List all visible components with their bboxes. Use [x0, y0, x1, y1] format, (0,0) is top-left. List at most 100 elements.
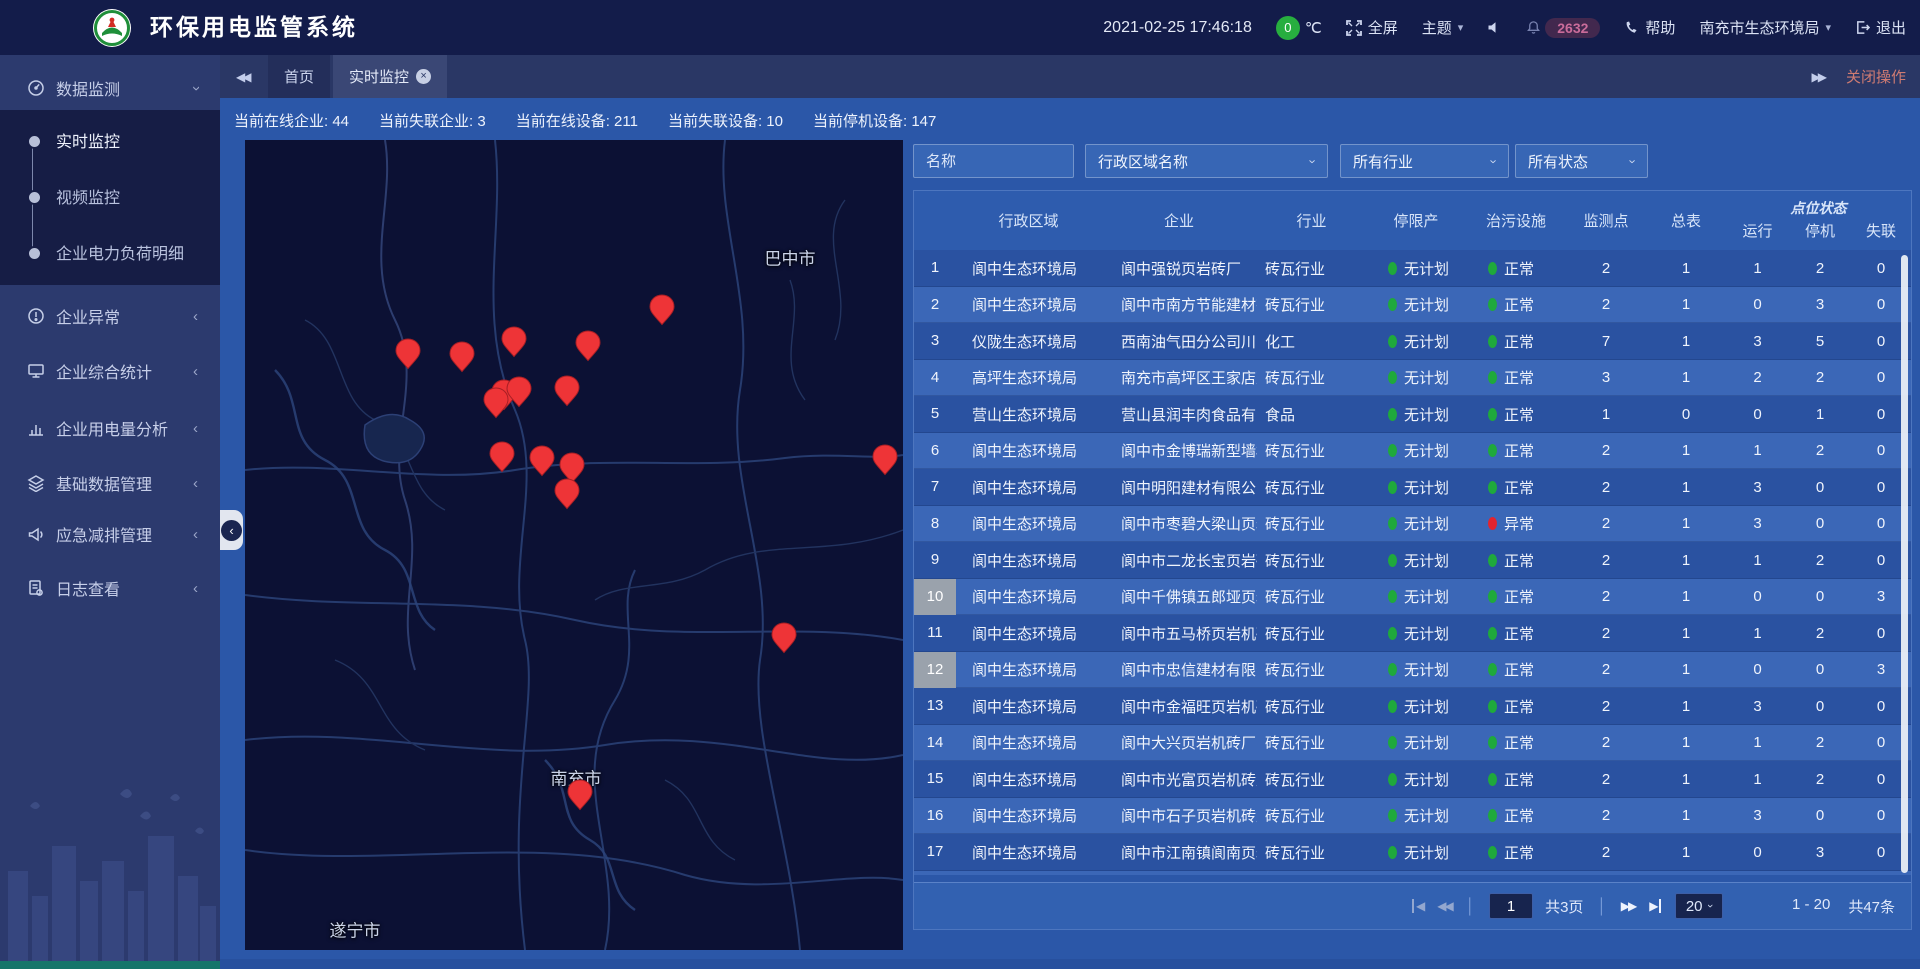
cell-region: 阆中生态环境局	[956, 550, 1101, 571]
cell-run: 0	[1726, 661, 1789, 678]
exit-button[interactable]: 退出	[1855, 17, 1906, 38]
cell-stop: 2	[1789, 734, 1851, 751]
map-pin[interactable]	[771, 622, 797, 654]
sidebar-item-1[interactable]: 数据监测‹	[0, 70, 220, 106]
table-row[interactable]: 17阆中生态环境局阆中市江南镇阆南页岩砖瓦行业无计划正常21030	[914, 834, 1911, 871]
submenu-dot	[27, 134, 42, 149]
row-index: 13	[914, 688, 956, 725]
table-scrollbar[interactable]	[1901, 255, 1908, 873]
col-run: 运行	[1726, 220, 1789, 241]
chevron-down-icon: ›	[1305, 159, 1320, 163]
table-row[interactable]: 10阆中生态环境局阆中千佛镇五郎垭页岩砖瓦行业无计划正常21003	[914, 579, 1911, 616]
sidebar-item-6[interactable]: 应急减排管理‹	[0, 516, 220, 552]
facility-text: 正常	[1504, 623, 1534, 644]
table-row[interactable]: 3仪陇生态环境局西南油气田分公司川中化工无计划正常71350	[914, 323, 1911, 360]
close-icon[interactable]: ×	[416, 69, 431, 84]
map-panel[interactable]: 巴中市南充市遂宁市	[245, 140, 903, 950]
cell-region: 营山生态环境局	[956, 404, 1101, 425]
help-button[interactable]: 帮助	[1624, 17, 1675, 38]
table-row[interactable]: 7阆中生态环境局阆中明阳建材有限公司砖瓦行业无计划正常21300	[914, 469, 1911, 506]
tab-实时监控[interactable]: 实时监控×	[333, 55, 447, 98]
map-pin[interactable]	[529, 445, 555, 477]
region-filter-select[interactable]: 行政区域名称›	[1085, 144, 1328, 178]
status-filter-select[interactable]: 所有状态›	[1515, 144, 1648, 178]
sidebar-item-2[interactable]: 企业异常‹	[0, 298, 220, 334]
stat-1: 当前在线企业: 44	[234, 110, 349, 131]
sidebar-item-7[interactable]: 日志查看‹	[0, 570, 220, 606]
col-region: 行政区域	[956, 191, 1101, 250]
cell-industry: 食品	[1257, 404, 1366, 425]
industry-filter-select[interactable]: 所有行业›	[1340, 144, 1509, 178]
stat-3: 当前在线设备: 211	[516, 110, 638, 131]
table-row[interactable]: 9阆中生态环境局阆中市二龙长宝页岩砖砖瓦行业无计划正常21120	[914, 542, 1911, 579]
cell-industry: 砖瓦行业	[1257, 769, 1366, 790]
cell-run: 3	[1726, 333, 1789, 350]
theme-dropdown[interactable]: 主题▾	[1422, 17, 1464, 38]
table-row[interactable]: 8阆中生态环境局阆中市枣碧大梁山页岩砖瓦行业无计划异常21300	[914, 506, 1911, 543]
org-dropdown[interactable]: 南充市生态环境局▾	[1699, 17, 1831, 38]
last-page-button[interactable]: ▶	[1649, 899, 1660, 913]
table-row[interactable]: 6阆中生态环境局阆中市金博瑞新型墙材砖瓦行业无计划正常21120	[914, 433, 1911, 470]
table-row[interactable]: 13阆中生态环境局阆中市金福旺页岩机砖砖瓦行业无计划正常21300	[914, 688, 1911, 725]
status-dot-green	[1488, 700, 1497, 713]
sidebar-item-4[interactable]: 企业用电量分析‹	[0, 410, 220, 446]
cell-region: 阆中生态环境局	[956, 477, 1101, 498]
notifications-badge[interactable]: 2632	[1526, 18, 1600, 38]
chevron-left-icon: ‹	[193, 580, 198, 597]
table-row[interactable]: 14阆中生态环境局阆中大兴页岩机砖厂砖瓦行业无计划正常21120	[914, 725, 1911, 762]
map-pin[interactable]	[506, 376, 532, 408]
table-row[interactable]: 5营山生态环境局营山县润丰肉食品有限食品无计划正常10010	[914, 396, 1911, 433]
table-row[interactable]: 2阆中生态环境局阆中市南方节能建材有砖瓦行业无计划正常21030	[914, 287, 1911, 324]
map-pin[interactable]	[575, 330, 601, 362]
map-pin[interactable]	[554, 478, 580, 510]
map-pin[interactable]	[554, 375, 580, 407]
next-page-button[interactable]: ▶▶	[1621, 899, 1635, 913]
table-row[interactable]: 1阆中生态环境局阆中强锐页岩砖厂砖瓦行业无计划正常21120	[914, 250, 1911, 287]
cell-company: 阆中市金博瑞新型墙材	[1101, 440, 1257, 461]
map-pin[interactable]	[649, 294, 675, 326]
fullscreen-button[interactable]: 全屏	[1346, 17, 1398, 38]
cell-company: 阆中市枣碧大梁山页岩	[1101, 513, 1257, 534]
tabs-scroll-right-icon[interactable]: ▶▶	[1812, 70, 1824, 84]
table-row[interactable]: 4高坪生态环境局南充市高坪区王家店建砖瓦行业无计划正常31220	[914, 360, 1911, 397]
map-pin[interactable]	[483, 387, 509, 419]
status-dot-green	[1488, 262, 1497, 275]
limit-text: 无计划	[1404, 696, 1449, 717]
cell-industry: 砖瓦行业	[1257, 513, 1366, 534]
prev-page-button[interactable]: ◀◀	[1437, 899, 1451, 913]
row-index: 14	[914, 725, 956, 762]
map-pin[interactable]	[489, 441, 515, 473]
table-row[interactable]: 11阆中生态环境局阆中市五马桥页岩机砖砖瓦行业无计划正常21120	[914, 615, 1911, 652]
tab-首页[interactable]: 首页	[268, 55, 330, 98]
sidebar-collapse-handle[interactable]: ‹	[220, 510, 243, 550]
close-operations-button[interactable]: 关闭操作	[1846, 66, 1906, 87]
sound-button[interactable]	[1487, 20, 1502, 35]
app-title: 环保用电监管系统	[150, 0, 358, 55]
name-filter-input[interactable]	[913, 144, 1074, 178]
tabs-scroll-left-icon[interactable]: ◀◀	[236, 55, 251, 98]
cell-stop: 0	[1789, 698, 1851, 715]
sidebar-item-5[interactable]: 基础数据管理‹	[0, 465, 220, 501]
col-lost: 失联	[1851, 220, 1911, 241]
map-pin[interactable]	[501, 326, 527, 358]
table-row[interactable]: 18南部生态环境局南部县砌优水泥有限公建材加工无计划正常60060	[914, 871, 1911, 876]
map-pin[interactable]	[395, 338, 421, 370]
page-size-select[interactable]: 20›	[1675, 893, 1723, 919]
limit-text: 无计划	[1404, 623, 1449, 644]
cell-run: 2	[1726, 369, 1789, 386]
map-pin[interactable]	[567, 779, 593, 811]
speaker-icon	[1487, 20, 1502, 35]
sidebar-item-3[interactable]: 企业综合统计‹	[0, 353, 220, 389]
table-row[interactable]: 16阆中生态环境局阆中市石子页岩机砖厂砖瓦行业无计划正常21300	[914, 798, 1911, 835]
table-row[interactable]: 15阆中生态环境局阆中市光富页岩机砖厂砖瓦行业无计划正常21120	[914, 761, 1911, 798]
cell-meter: 1	[1646, 333, 1726, 350]
first-page-button[interactable]: ◀	[1412, 899, 1423, 913]
map-pin[interactable]	[872, 444, 898, 476]
app-root: 环保用电监管系统 2021-02-25 17:46:18 0 ℃ 全屏 主题▾	[0, 0, 1920, 969]
app-header: 环保用电监管系统 2021-02-25 17:46:18 0 ℃ 全屏 主题▾	[0, 0, 1920, 55]
table-row[interactable]: 12阆中生态环境局阆中市忠信建材有限公砖瓦行业无计划正常21003	[914, 652, 1911, 689]
status-dot-green	[1488, 627, 1497, 640]
page-number-input[interactable]	[1489, 893, 1533, 919]
map-pin[interactable]	[449, 341, 475, 373]
cell-facility-status: 正常	[1466, 258, 1566, 279]
